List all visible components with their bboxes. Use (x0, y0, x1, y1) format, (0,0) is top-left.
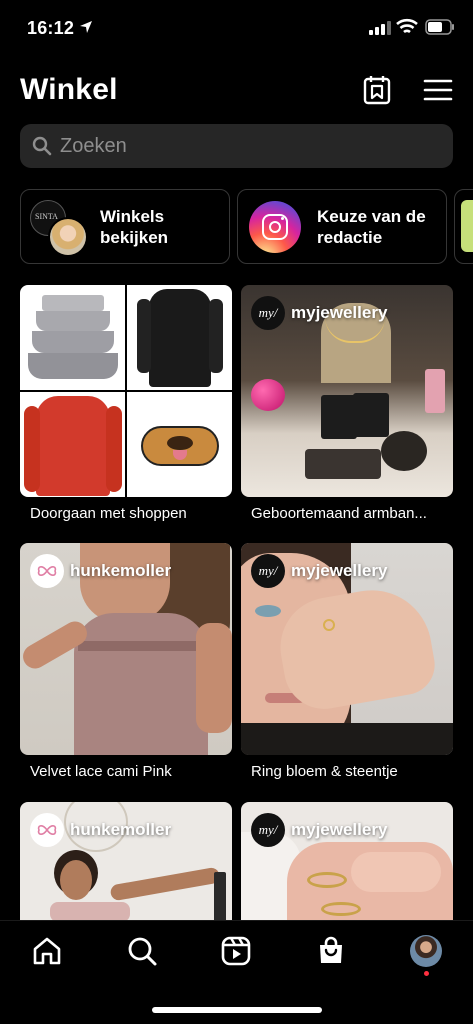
editors-pick-label: Keuze van de redactie (317, 207, 426, 247)
brand-avatar: my/ (251, 554, 285, 588)
browse-shops-chip[interactable]: SINTA Winkels bekijken (20, 189, 230, 264)
brand-avatar (30, 813, 64, 847)
brand-name: hunkemoller (70, 820, 172, 839)
menu-icon[interactable] (423, 75, 453, 105)
shop-avatar-text: SINTA (35, 212, 58, 221)
card-caption: Velvet lace cami Pink (30, 763, 172, 780)
card-caption: Doorgaan met shoppen (30, 505, 187, 522)
face-mask-thumb (127, 392, 232, 497)
search-icon[interactable] (126, 935, 158, 967)
search-icon (32, 136, 52, 156)
location-arrow-icon (80, 21, 92, 33)
brand-name: myjewellery (291, 303, 388, 322)
collage-image (20, 285, 232, 497)
page-title: Winkel (20, 73, 118, 106)
brand-name: myjewellery (291, 820, 388, 839)
shop-avatar-front (48, 217, 88, 257)
profile-avatar[interactable] (410, 935, 442, 967)
instagram-logo-icon (249, 201, 301, 253)
notification-dot (424, 971, 429, 976)
search-bar[interactable] (20, 124, 453, 168)
shop-icon[interactable] (315, 935, 347, 967)
wifi-icon (396, 18, 418, 34)
editors-pick-chip[interactable]: Keuze van de redactie (237, 189, 447, 264)
red-sweater-thumb (20, 392, 125, 497)
black-top-thumb (127, 285, 232, 390)
brand-badge: hunkemoller (30, 553, 171, 589)
home-icon[interactable] (31, 935, 63, 967)
brand-badge: my/ myjewellery (251, 812, 387, 848)
status-time: 16:12 (27, 18, 75, 38)
browse-shops-label: Winkels bekijken (100, 207, 169, 247)
brand-badge: hunkemoller (30, 812, 171, 848)
brand-name: hunkemoller (70, 561, 172, 580)
skirt-thumb (20, 285, 125, 390)
brand-name: myjewellery (291, 561, 388, 580)
cellular-signal-icon (369, 21, 391, 35)
home-indicator (152, 1007, 322, 1013)
card-caption: Geboortemaand armban... (251, 505, 427, 522)
brand-avatar: my/ (251, 813, 285, 847)
status-bar: 16:12 (0, 0, 473, 56)
brand-avatar (30, 554, 64, 588)
reels-icon[interactable] (220, 935, 252, 967)
battery-icon (425, 19, 454, 35)
brand-avatar: my/ (251, 296, 285, 330)
saved-collection-icon[interactable] (362, 75, 392, 105)
search-input[interactable] (60, 124, 440, 168)
next-chip-peek[interactable] (454, 189, 473, 264)
brand-badge: my/ myjewellery (251, 553, 387, 589)
card-caption: Ring bloem & steentje (251, 763, 398, 780)
brand-badge: my/ myjewellery (251, 295, 387, 331)
